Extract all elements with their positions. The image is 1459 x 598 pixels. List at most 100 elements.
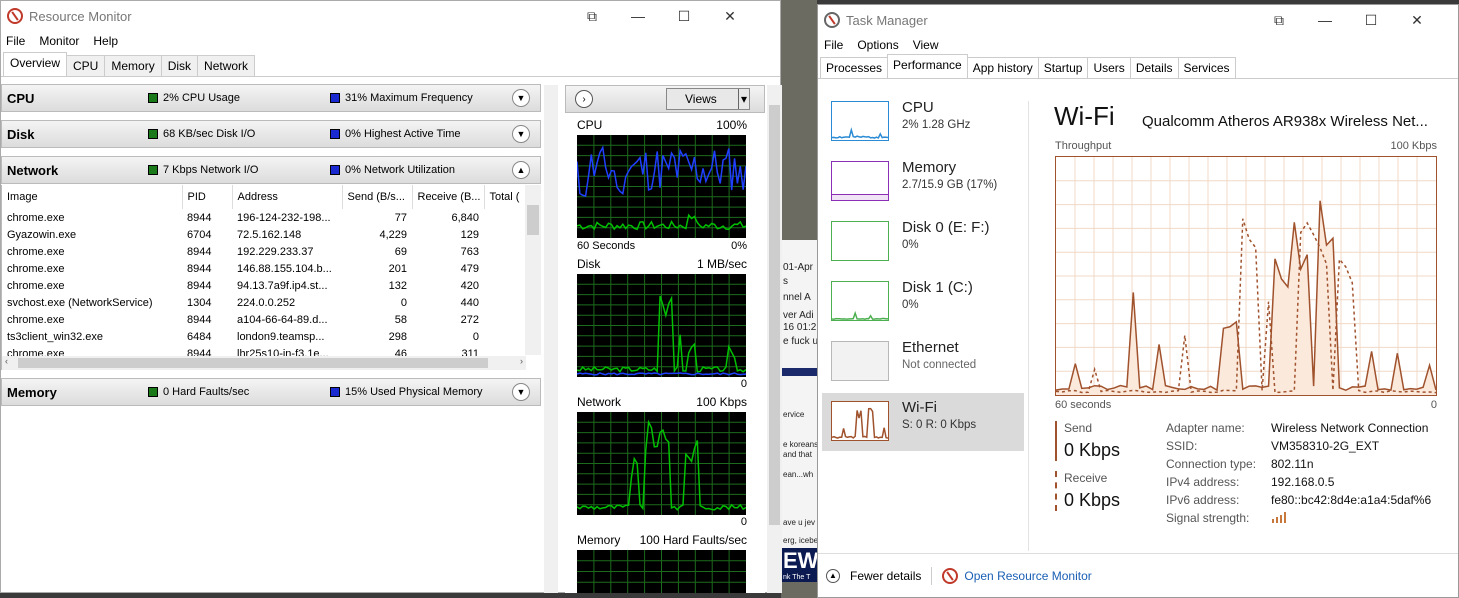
bg-text: and that [783, 450, 812, 459]
menu-bar: File Options View [818, 35, 1458, 55]
bg-text: e fuck u [783, 336, 817, 347]
sidebar-item-status: 0% [902, 299, 919, 311]
graph-max: 100 Hard Faults/sec [639, 533, 747, 547]
tab-network[interactable]: Network [197, 55, 256, 76]
green-legend-icon [148, 129, 158, 139]
menu-help[interactable]: Help [93, 34, 118, 48]
cell-image: chrome.exe [7, 245, 65, 258]
cpu-section-header[interactable]: CPU 2% CPU Usage 31% Maximum Frequency ▼ [1, 84, 541, 112]
disk-section-header[interactable]: Disk 68 KB/sec Disk I/O 0% Highest Activ… [1, 120, 541, 148]
section-title: Network [7, 162, 59, 178]
fewer-details-label: Fewer details [850, 568, 922, 583]
property-key: IPv4 address: [1166, 475, 1240, 489]
table-horizontal-scrollbar[interactable]: ‹ › [2, 356, 526, 370]
table-row[interactable]: chrome.exe 8944 94.13.7a9f.ip4.st... 132 420 [2, 277, 526, 294]
table-row[interactable]: chrome.exe 8944 196-124-232-198... 77 6,840 [2, 209, 526, 226]
table-row[interactable]: Gyazowin.exe 6704 72.5.162.148 4,229 129 [2, 226, 526, 243]
tab-memory[interactable]: Memory [104, 55, 162, 76]
cell-total [484, 209, 526, 226]
bg-text: ver Adi [783, 310, 814, 321]
minimize-icon[interactable]: — [615, 1, 661, 31]
close-icon[interactable]: ✕ [707, 1, 753, 31]
sidebar-item-disk1[interactable]: Disk 1 (C:) 0% [822, 273, 1024, 331]
bg-text: ervice [783, 410, 805, 419]
sidebar-item-disk0[interactable]: Disk 0 (E: F:) 0% [822, 213, 1024, 271]
col-address[interactable]: Address [232, 185, 343, 209]
tab-app-history[interactable]: App history [966, 57, 1039, 78]
col-send[interactable]: Send (B/s... [342, 185, 413, 209]
scroll-left-icon[interactable]: ‹ [5, 356, 8, 366]
table-row[interactable]: chrome.exe 8944 192.229.233.37 69 763 [2, 243, 526, 260]
tab-bar: Overview CPU Memory Disk Network [1, 51, 780, 77]
cell-image: svchost.exe (NetworkService) [7, 296, 153, 309]
chevron-down-icon[interactable]: ▼ [512, 125, 530, 143]
disk-active-time: 0% Highest Active Time [345, 128, 461, 140]
menu-file[interactable]: File [824, 38, 843, 52]
table-vertical-scrollbar[interactable] [525, 185, 541, 355]
scroll-thumb[interactable] [527, 205, 539, 235]
maximize-icon[interactable]: ☐ [661, 1, 707, 31]
chevron-right-icon[interactable]: › [575, 90, 593, 108]
table-row[interactable]: ts3client_win32.exe 6484 london9.teamsp...… [2, 328, 526, 345]
cell-total [484, 243, 526, 260]
tab-startup[interactable]: Startup [1037, 57, 1089, 78]
views-dropdown[interactable]: Views [666, 88, 750, 110]
col-total[interactable]: Total ( [484, 185, 527, 209]
network-section-header[interactable]: Network 7 Kbps Network I/O 0% Network Ut… [1, 156, 541, 184]
left-pane-scrollbar[interactable] [544, 85, 558, 593]
chevron-up-icon[interactable]: ▲ [512, 161, 530, 179]
menu-view[interactable]: View [913, 38, 939, 52]
snap-icon[interactable]: ⧉ [569, 1, 615, 31]
graph-pane-scrollbar[interactable] [767, 85, 782, 593]
table-row[interactable]: chrome.exe 8944 a104-66-64-89.d... 58 272 [2, 311, 526, 328]
cell-image: ts3client_win32.exe [7, 330, 104, 343]
close-icon[interactable]: ✕ [1394, 5, 1440, 35]
menu-monitor[interactable]: Monitor [39, 34, 79, 48]
property-value: 802.11n [1271, 457, 1314, 471]
sidebar-item-status: 2% 1.28 GHz [902, 119, 971, 131]
cpu-max-frequency: 31% Maximum Frequency [345, 92, 473, 104]
cell-address: london9.teamsp... [237, 330, 325, 343]
tab-overview[interactable]: Overview [3, 52, 68, 76]
wifi-mini-line [831, 407, 889, 439]
scroll-thumb[interactable] [769, 105, 780, 525]
scroll-right-icon[interactable]: › [520, 356, 523, 366]
col-pid[interactable]: PID [182, 185, 233, 209]
snap-icon[interactable]: ⧉ [1256, 5, 1302, 35]
tab-performance[interactable]: Performance [887, 54, 968, 78]
cell-receive: 272 [460, 313, 479, 326]
cell-send: 4,229 [379, 228, 407, 241]
open-resource-monitor-link[interactable]: Open Resource Monitor [964, 569, 1091, 583]
menu-bar: File Monitor Help [1, 31, 780, 51]
sidebar-item-cpu[interactable]: CPU 2% 1.28 GHz [822, 93, 1024, 151]
tab-cpu[interactable]: CPU [66, 55, 106, 76]
tab-services[interactable]: Services [1177, 57, 1236, 78]
tab-users[interactable]: Users [1087, 57, 1131, 78]
tab-processes[interactable]: Processes [820, 57, 889, 78]
sidebar-item-ethernet[interactable]: Ethernet Not connected [822, 333, 1024, 391]
chevron-down-icon[interactable]: ▼ [512, 383, 530, 401]
cpu-graph [577, 135, 746, 238]
menu-options[interactable]: Options [857, 38, 898, 52]
graph-max: 100% [716, 118, 747, 132]
menu-file[interactable]: File [6, 34, 25, 48]
sidebar-item-wifi[interactable]: Wi-Fi S: 0 R: 0 Kbps [822, 393, 1024, 451]
chevron-down-icon[interactable]: ▼ [512, 89, 530, 107]
receive-stat: Receive 0 Kbps [1055, 471, 1120, 511]
property-key: SSID: [1166, 439, 1198, 453]
fewer-details-button[interactable]: ▲ Fewer details [826, 568, 922, 583]
col-image[interactable]: Image [2, 185, 183, 209]
col-receive[interactable]: Receive (B... [412, 185, 485, 209]
minimize-icon[interactable]: — [1302, 5, 1348, 35]
memory-section-header[interactable]: Memory 0 Hard Faults/sec 15% Used Physic… [1, 378, 541, 406]
cell-send: 201 [388, 262, 407, 275]
scroll-thumb[interactable] [18, 358, 488, 368]
maximize-icon[interactable]: ☐ [1348, 5, 1394, 35]
sidebar-item-memory[interactable]: Memory 2.7/15.9 GB (17%) [822, 153, 1024, 211]
tab-details[interactable]: Details [1129, 57, 1179, 78]
tab-disk[interactable]: Disk [160, 55, 199, 76]
property-row: IPv6 address: fe80::bc42:8d4e:a1a4:5daf%6 [1166, 493, 1431, 511]
window-title: Task Manager [846, 12, 928, 28]
table-row[interactable]: svchost.exe (NetworkService) 1304 224.0.0.… [2, 294, 526, 311]
table-row[interactable]: chrome.exe 8944 146.88.155.104.b... 201 479 [2, 260, 526, 277]
